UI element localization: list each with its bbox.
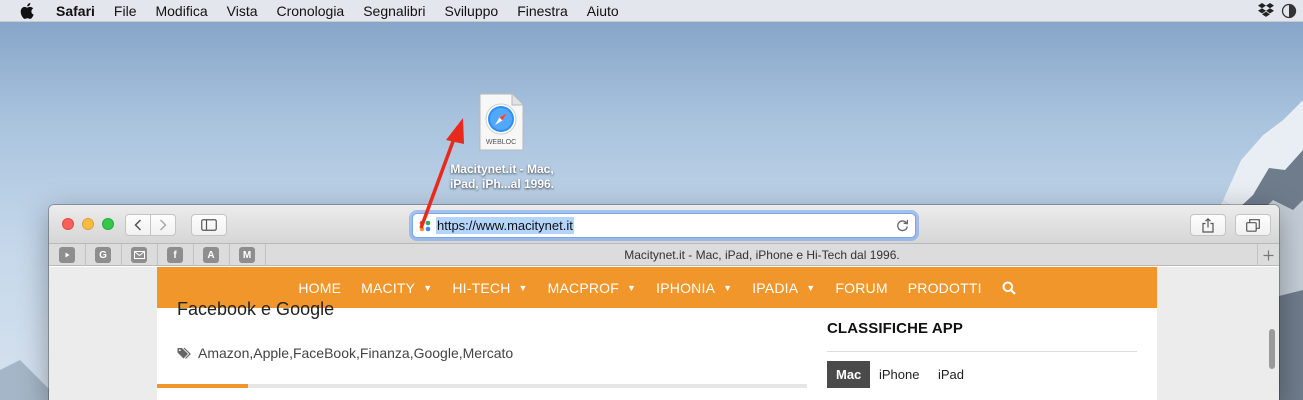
article-card: Facebook e Google Amazon, Apple, FaceBoo… bbox=[157, 299, 807, 400]
minimize-window-button[interactable] bbox=[82, 218, 94, 230]
menu-finestra[interactable]: Finestra bbox=[517, 3, 568, 19]
nav-home[interactable]: HOME bbox=[288, 280, 351, 296]
tag-link[interactable]: Finanza bbox=[360, 345, 410, 361]
nav-label: MACPROF bbox=[547, 279, 620, 296]
dropbox-icon[interactable] bbox=[1257, 3, 1275, 22]
sidebar-icon bbox=[201, 219, 217, 231]
menu-sviluppo[interactable]: Sviluppo bbox=[444, 3, 498, 19]
app-charts-widget: CLASSIFICHE APP Mac iPhone iPad bbox=[807, 308, 1157, 400]
half-circle-icon[interactable] bbox=[1281, 3, 1297, 22]
caret-down-icon: ▼ bbox=[627, 282, 637, 293]
nav-label: MACITY bbox=[361, 279, 416, 296]
menu-file[interactable]: File bbox=[114, 3, 137, 19]
nav-hi-tech[interactable]: HI-TECH ▼ bbox=[442, 280, 537, 296]
tag-link[interactable]: Amazon bbox=[198, 345, 249, 361]
apple-logo-icon[interactable] bbox=[20, 2, 38, 19]
sidebar-toggle-button[interactable] bbox=[191, 214, 227, 236]
close-window-button[interactable] bbox=[62, 218, 74, 230]
page-scrollbar[interactable] bbox=[1265, 267, 1279, 400]
toolbar: https://www.macitynet.it bbox=[49, 205, 1279, 244]
web-page: HOME MACITY ▼ HI-TECH ▼ MACPROF ▼ IPHONIA ▼ … bbox=[49, 267, 1279, 400]
nav-label: HOME bbox=[298, 279, 342, 296]
favorites-separator bbox=[265, 244, 266, 266]
favorites-separator bbox=[85, 244, 86, 266]
facebook-icon[interactable]: f bbox=[167, 247, 183, 263]
site-favicon-icon bbox=[419, 220, 431, 231]
svg-text:WEBLOC: WEBLOC bbox=[486, 139, 516, 146]
nav-label: PRODOTTI bbox=[907, 279, 982, 296]
file-label-line1: Macitynet.it - Mac, bbox=[450, 162, 554, 176]
share-button[interactable] bbox=[1190, 214, 1226, 236]
favorites-separator bbox=[157, 244, 158, 266]
tab-overview-button[interactable] bbox=[1235, 214, 1271, 236]
widget-title: CLASSIFICHE APP bbox=[827, 320, 963, 337]
tag-link[interactable]: Apple bbox=[253, 345, 289, 361]
nav-forum[interactable]: FORUM bbox=[825, 280, 897, 296]
widget-tab-ipad[interactable]: iPad bbox=[929, 361, 973, 388]
app-a-icon[interactable]: A bbox=[203, 247, 219, 263]
tags-icon bbox=[177, 347, 192, 359]
next-article-card bbox=[157, 388, 807, 400]
url-text[interactable]: https://www.macitynet.it bbox=[436, 217, 574, 234]
menu-modifica[interactable]: Modifica bbox=[155, 3, 207, 19]
search-icon[interactable] bbox=[992, 281, 1026, 295]
widget-divider bbox=[827, 351, 1137, 352]
favorites-separator bbox=[193, 244, 194, 266]
safari-window: https://www.macitynet.it G f A M Macityn… bbox=[49, 205, 1279, 400]
tag-link[interactable]: FaceBook bbox=[293, 345, 356, 361]
menu-bar: Safari File Modifica Vista Cronologia Se… bbox=[0, 0, 1303, 22]
nav-ipadia[interactable]: IPADIA ▼ bbox=[742, 280, 825, 296]
share-icon bbox=[1202, 217, 1214, 233]
app-m-icon[interactable]: M bbox=[239, 247, 255, 263]
chevron-left-icon bbox=[134, 219, 142, 231]
nav-macity[interactable]: MACITY ▼ bbox=[351, 280, 442, 296]
nav-label: IPHONIA bbox=[656, 279, 716, 296]
article-title[interactable]: Facebook e Google bbox=[177, 299, 334, 320]
mail-icon[interactable] bbox=[131, 247, 147, 263]
google-icon[interactable]: G bbox=[95, 247, 111, 263]
address-bar[interactable]: https://www.macitynet.it bbox=[412, 213, 916, 238]
scrollbar-thumb[interactable] bbox=[1269, 329, 1275, 369]
tag-link[interactable]: Mercato bbox=[463, 345, 514, 361]
menu-safari[interactable]: Safari bbox=[56, 3, 95, 19]
file-label-line2: iPad, iPh...al 1996. bbox=[449, 177, 555, 191]
nav-iphonia[interactable]: IPHONIA ▼ bbox=[646, 280, 742, 296]
caret-down-icon: ▼ bbox=[806, 282, 816, 293]
nav-prodotti[interactable]: PRODOTTI bbox=[898, 280, 992, 296]
webloc-file-label: Macitynet.it - Mac, iPad, iPh...al 1996. bbox=[440, 162, 564, 192]
favorites-separator bbox=[229, 244, 230, 266]
nav-label: IPADIA bbox=[752, 279, 799, 296]
forward-button[interactable] bbox=[150, 214, 176, 236]
tag-link[interactable]: Google bbox=[414, 345, 459, 361]
menu-vista[interactable]: Vista bbox=[227, 3, 258, 19]
nav-label: FORUM bbox=[835, 279, 888, 296]
tag-list: Amazon, Apple, FaceBook, Finanza, Google… bbox=[177, 345, 513, 361]
favorites-bar: G f A M Macitynet.it - Mac, iPad, iPhone… bbox=[49, 244, 1279, 266]
widget-tab-mac[interactable]: Mac bbox=[827, 361, 871, 388]
new-tab-button[interactable] bbox=[1257, 244, 1279, 266]
caret-down-icon: ▼ bbox=[423, 282, 433, 293]
plus-icon bbox=[1263, 250, 1274, 260]
menu-cronologia[interactable]: Cronologia bbox=[277, 3, 345, 19]
favorites-separator bbox=[121, 244, 122, 266]
chevron-right-icon bbox=[159, 219, 167, 231]
widget-tab-iphone[interactable]: iPhone bbox=[870, 361, 928, 388]
back-button[interactable] bbox=[125, 214, 151, 236]
caret-down-icon: ▼ bbox=[723, 282, 733, 293]
menu-segnalibri[interactable]: Segnalibri bbox=[363, 3, 425, 19]
youtube-icon[interactable] bbox=[59, 247, 75, 263]
webloc-file-icon[interactable]: WEBLOC bbox=[478, 93, 524, 151]
nav-label: HI-TECH bbox=[452, 279, 511, 296]
nav-macprof[interactable]: MACPROF ▼ bbox=[538, 280, 647, 296]
menu-aiuto[interactable]: Aiuto bbox=[587, 3, 619, 19]
fullscreen-window-button[interactable] bbox=[102, 218, 114, 230]
tabs-icon bbox=[1246, 218, 1260, 232]
reload-icon[interactable] bbox=[896, 219, 909, 232]
tab-title[interactable]: Macitynet.it - Mac, iPad, iPhone e Hi-Te… bbox=[267, 244, 1257, 266]
caret-down-icon: ▼ bbox=[518, 282, 528, 293]
